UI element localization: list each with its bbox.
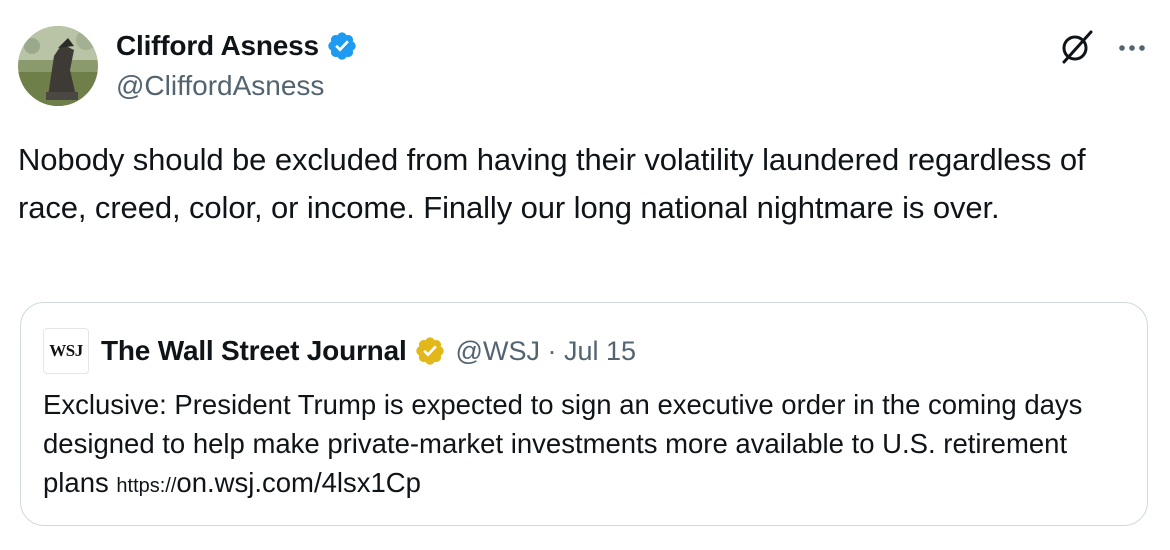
- quoted-author-name[interactable]: The Wall Street Journal: [101, 335, 407, 367]
- quoted-tweet-text: Exclusive: President Trump is expected t…: [43, 385, 1123, 506]
- quoted-link[interactable]: https://on.wsj.com/4lsx1Cp: [116, 467, 421, 498]
- meta-separator: ·: [547, 335, 557, 366]
- quoted-link-url: on.wsj.com/4lsx1Cp: [176, 467, 421, 498]
- verified-badge-icon: [326, 30, 358, 62]
- tweet-card: Clifford Asness @CliffordAsness Nobody s…: [0, 0, 1170, 550]
- more-icon[interactable]: [1112, 30, 1152, 66]
- quoted-author-handle[interactable]: @WSJ: [456, 336, 540, 366]
- quoted-link-prefix: https://: [116, 475, 177, 497]
- quoted-tweet-header: WSJ The Wall Street Journal @WSJ · Jul 1…: [43, 327, 636, 375]
- author-block: Clifford Asness @CliffordAsness: [116, 28, 358, 102]
- avatar[interactable]: [18, 26, 98, 106]
- grok-icon[interactable]: [1058, 28, 1096, 66]
- author-handle[interactable]: @CliffordAsness: [116, 70, 358, 102]
- author-name[interactable]: Clifford Asness: [116, 30, 319, 62]
- quoted-meta: @WSJ · Jul 15: [456, 336, 637, 367]
- gold-verified-badge-icon: [414, 335, 446, 367]
- quoted-tweet[interactable]: WSJ The Wall Street Journal @WSJ · Jul 1…: [20, 302, 1148, 526]
- tweet-text: Nobody should be excluded from having th…: [18, 142, 1086, 225]
- quoted-date[interactable]: Jul 15: [564, 336, 636, 366]
- quoted-author-avatar[interactable]: WSJ: [43, 328, 89, 374]
